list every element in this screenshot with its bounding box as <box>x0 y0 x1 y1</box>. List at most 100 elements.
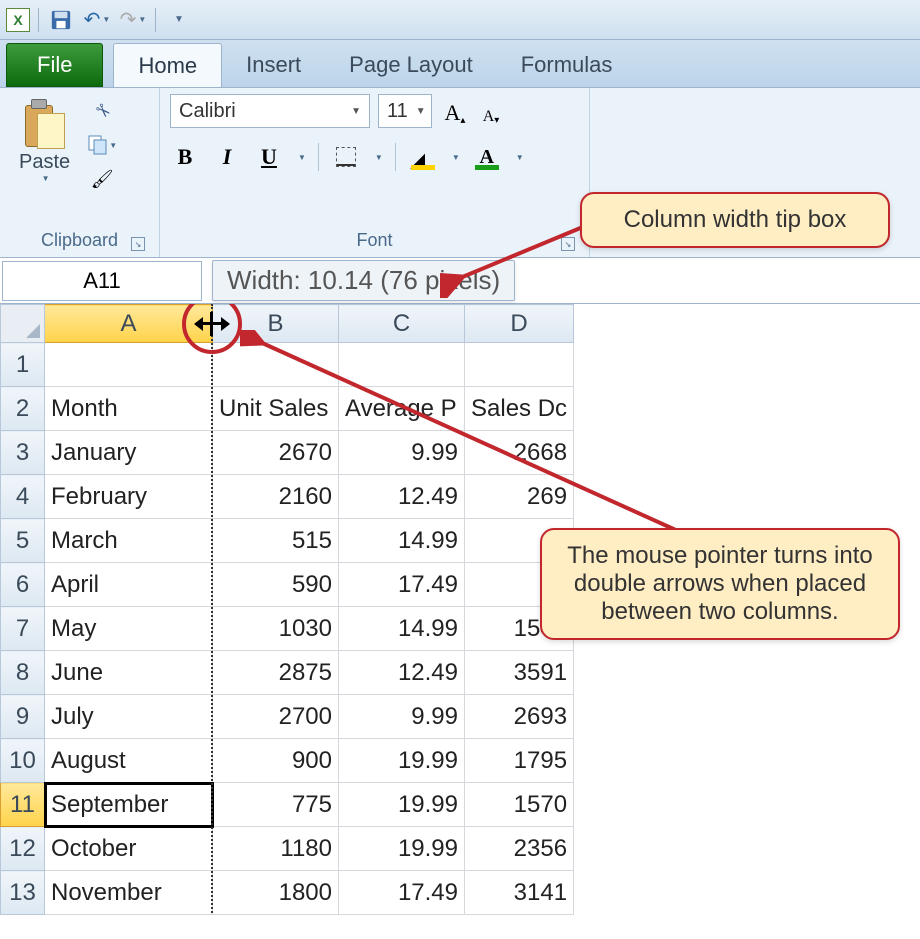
cell[interactable]: 3141 <box>465 871 574 915</box>
row-header[interactable]: 9 <box>1 695 45 739</box>
cell[interactable]: 12.49 <box>339 651 465 695</box>
name-box[interactable]: A11 <box>2 261 202 301</box>
border-icon <box>336 147 356 167</box>
cell[interactable]: September <box>45 783 213 827</box>
format-painter-button[interactable]: 🖌 <box>87 166 117 192</box>
font-size-combo[interactable]: 11 ▼ <box>378 94 432 128</box>
cell[interactable]: 775 <box>213 783 339 827</box>
cell[interactable]: Average P <box>339 387 465 431</box>
tab-page-layout[interactable]: Page Layout <box>325 43 497 87</box>
cell[interactable]: 2670 <box>213 431 339 475</box>
underline-button[interactable]: U <box>254 142 284 172</box>
cell[interactable]: 17.49 <box>339 563 465 607</box>
font-color-button[interactable]: A <box>472 142 502 172</box>
row-header[interactable]: 6 <box>1 563 45 607</box>
cell[interactable]: 900 <box>213 739 339 783</box>
redo-button[interactable]: ↷▼ <box>119 6 147 34</box>
italic-button[interactable]: I <box>212 142 242 172</box>
column-resize-guide <box>211 304 213 915</box>
cell[interactable]: 515 <box>213 519 339 563</box>
copy-button[interactable]: ▼ <box>87 132 117 158</box>
cell[interactable]: 3591 <box>465 651 574 695</box>
cell[interactable]: 2875 <box>213 651 339 695</box>
undo-button[interactable]: ↶▼ <box>83 6 111 34</box>
cell[interactable]: June <box>45 651 213 695</box>
cut-button[interactable]: ✂ <box>87 98 117 124</box>
paste-button[interactable]: Paste ▼ <box>10 94 79 188</box>
column-header-b[interactable]: B <box>213 305 339 343</box>
cell[interactable]: 2160 <box>213 475 339 519</box>
cell[interactable]: 2356 <box>465 827 574 871</box>
cell[interactable]: Sales Dc <box>465 387 574 431</box>
cell[interactable]: 2668 <box>465 431 574 475</box>
row-header[interactable]: 1 <box>1 343 45 387</box>
row-header[interactable]: 4 <box>1 475 45 519</box>
cell[interactable]: 590 <box>213 563 339 607</box>
select-all-corner[interactable] <box>1 305 45 343</box>
borders-button[interactable] <box>331 142 361 172</box>
row-header[interactable]: 5 <box>1 519 45 563</box>
row-header[interactable]: 11 <box>1 783 45 827</box>
row-header[interactable]: 10 <box>1 739 45 783</box>
cell[interactable]: November <box>45 871 213 915</box>
font-name-combo[interactable]: Calibri ▼ <box>170 94 370 128</box>
bold-button[interactable]: B <box>170 142 200 172</box>
column-header-a[interactable]: A <box>45 305 213 343</box>
fill-color-button[interactable]: ◢ <box>408 142 438 172</box>
increase-font-size-button[interactable]: A▴ <box>440 96 470 126</box>
cell[interactable]: February <box>45 475 213 519</box>
cell[interactable] <box>339 343 465 387</box>
cell[interactable] <box>45 343 213 387</box>
cell[interactable]: January <box>45 431 213 475</box>
spreadsheet-table: A B C D 1 2 Month Unit Sales Average P S… <box>0 304 574 915</box>
row-header[interactable]: 12 <box>1 827 45 871</box>
cell[interactable]: 2693 <box>465 695 574 739</box>
cell[interactable]: May <box>45 607 213 651</box>
row-header[interactable]: 8 <box>1 651 45 695</box>
cell[interactable]: 9.99 <box>339 695 465 739</box>
row-header[interactable]: 7 <box>1 607 45 651</box>
cell[interactable]: March <box>45 519 213 563</box>
group-clipboard: Paste ▼ ✂ ▼ 🖌 Clipboard ↘ <box>0 88 160 257</box>
cell[interactable]: 1030 <box>213 607 339 651</box>
cell[interactable]: August <box>45 739 213 783</box>
save-button[interactable] <box>47 6 75 34</box>
cell[interactable]: 14.99 <box>339 607 465 651</box>
row-header[interactable]: 13 <box>1 871 45 915</box>
cell[interactable]: 1180 <box>213 827 339 871</box>
cell[interactable]: 1570 <box>465 783 574 827</box>
cell[interactable]: April <box>45 563 213 607</box>
cell[interactable] <box>465 343 574 387</box>
cell[interactable]: 19.99 <box>339 739 465 783</box>
tab-home[interactable]: Home <box>113 43 222 87</box>
column-header-c[interactable]: C <box>339 305 465 343</box>
tab-file[interactable]: File <box>6 43 103 87</box>
customize-qat-button[interactable]: ▼ <box>164 6 192 34</box>
cell[interactable]: 2700 <box>213 695 339 739</box>
dialog-launcher-icon[interactable]: ↘ <box>561 237 575 251</box>
dialog-launcher-icon[interactable]: ↘ <box>131 237 145 251</box>
tab-formulas[interactable]: Formulas <box>497 43 637 87</box>
row-header[interactable]: 2 <box>1 387 45 431</box>
cell[interactable] <box>213 343 339 387</box>
cell[interactable]: July <box>45 695 213 739</box>
cell[interactable]: 1795 <box>465 739 574 783</box>
cell[interactable]: Unit Sales <box>213 387 339 431</box>
cell[interactable]: October <box>45 827 213 871</box>
row-header[interactable]: 3 <box>1 431 45 475</box>
undo-icon: ↶ <box>84 7 101 32</box>
formula-bar-row: A11 Width: 10.14 (76 pixels) <box>0 258 920 304</box>
quick-access-toolbar: X ↶▼ ↷▼ ▼ <box>0 0 920 40</box>
cell[interactable]: 12.49 <box>339 475 465 519</box>
decrease-font-size-button[interactable]: A▾ <box>476 96 506 126</box>
cell[interactable]: 19.99 <box>339 783 465 827</box>
cell[interactable]: 269 <box>465 475 574 519</box>
cell[interactable]: 1800 <box>213 871 339 915</box>
column-header-d[interactable]: D <box>465 305 574 343</box>
cell[interactable]: Month <box>45 387 213 431</box>
tab-insert[interactable]: Insert <box>222 43 325 87</box>
cell[interactable]: 14.99 <box>339 519 465 563</box>
cell[interactable]: 19.99 <box>339 827 465 871</box>
cell[interactable]: 9.99 <box>339 431 465 475</box>
cell[interactable]: 17.49 <box>339 871 465 915</box>
